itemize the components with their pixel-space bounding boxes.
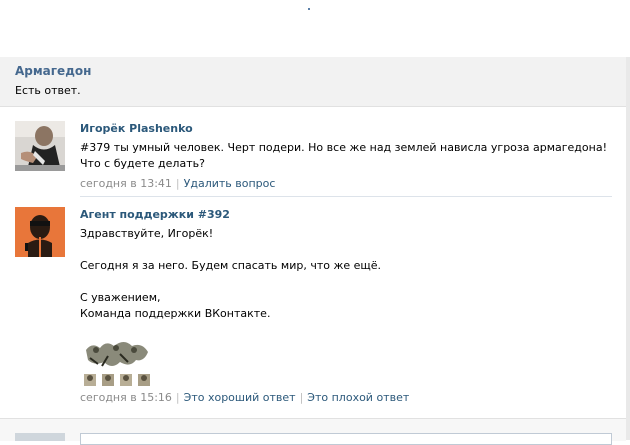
ticket-header — [0, 57, 626, 107]
agent-greeting: Здравствуйте, Игорёк! — [80, 227, 214, 240]
meta-separator: | — [175, 391, 180, 404]
message-divider — [80, 196, 612, 197]
top-dot — [308, 8, 310, 10]
message-author[interactable]: Игорёк Plashenko — [80, 121, 615, 137]
agent-author[interactable]: Агент поддержки #392 — [80, 207, 615, 223]
delete-question-link[interactable]: Удалить вопрос — [184, 177, 276, 190]
bad-answer-link[interactable]: Это плохой ответ — [307, 391, 409, 404]
agent-avatar[interactable] — [15, 207, 65, 257]
message-meta: сегодня в 13:41 | Удалить вопрос — [80, 177, 615, 191]
ticket-title: Армагедон — [15, 64, 92, 78]
meta-separator: | — [299, 391, 304, 404]
good-answer-link[interactable]: Это хороший ответ — [184, 391, 296, 404]
agent-time: сегодня в 15:16 — [80, 391, 172, 404]
team-image — [80, 336, 152, 388]
user-avatar[interactable] — [15, 121, 65, 171]
agent-sign-line2: Команда поддержки ВКонтакте. — [80, 307, 271, 320]
reply-input[interactable] — [80, 433, 612, 445]
agent-meta: сегодня в 15:16 | Это хороший ответ | Это пл… — [80, 391, 615, 405]
message-time: сегодня в 13:41 — [80, 177, 172, 190]
meta-separator: | — [175, 177, 180, 190]
agent-sign-line1: С уважением, — [80, 291, 161, 304]
message-text: #379 ты умный человек. Черт подери. Но в… — [80, 141, 607, 170]
agent-body: Сегодня я за него. Будем спасать мир, чт… — [80, 259, 382, 272]
scrollbar[interactable] — [626, 57, 630, 440]
ticket-status: Есть ответ. — [15, 84, 81, 97]
